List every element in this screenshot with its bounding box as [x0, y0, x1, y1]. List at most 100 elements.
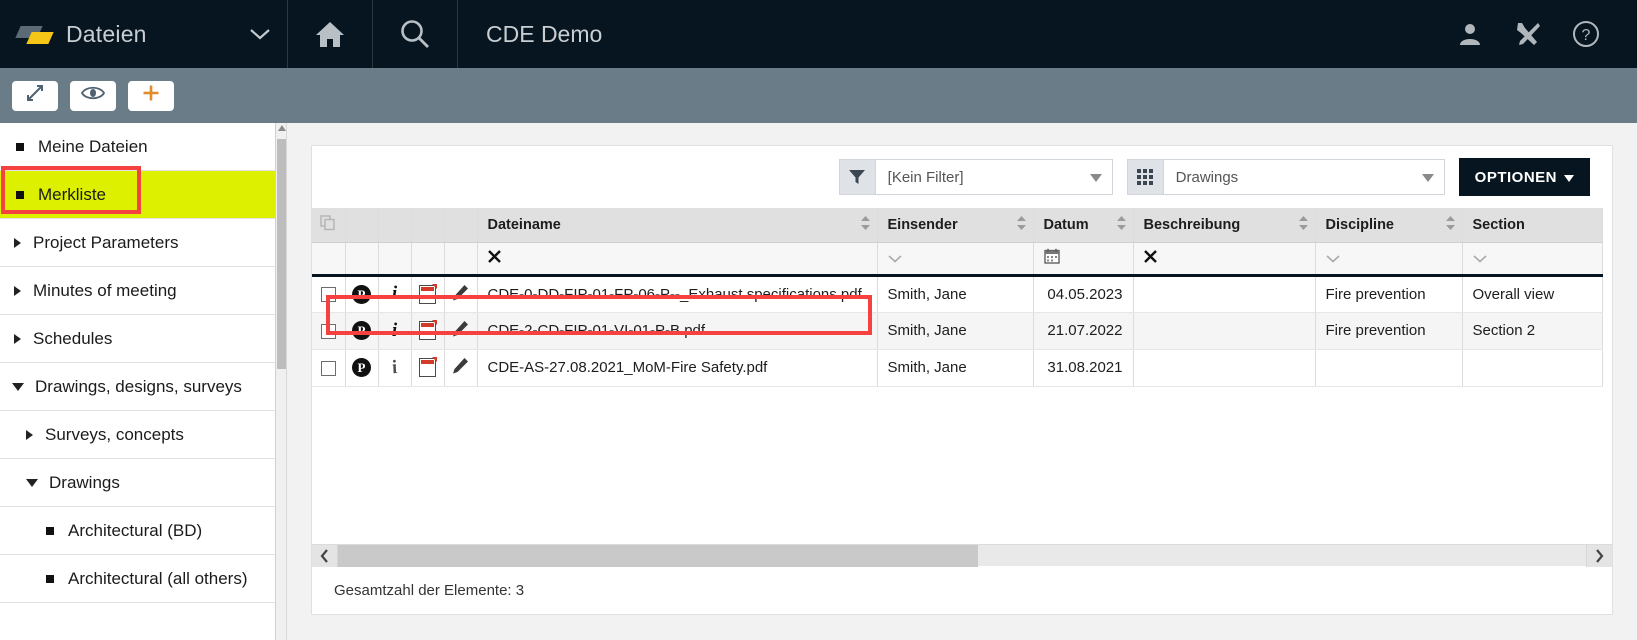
row-filename[interactable]: CDE-AS-27.08.2021_MoM-Fire Safety.pdf: [477, 349, 878, 387]
row-filetype-cell[interactable]: [411, 312, 445, 350]
sidebar-scrollbar[interactable]: [275, 123, 286, 640]
sidebar-item-project-parameters[interactable]: Project Parameters: [0, 219, 286, 267]
clear-x-icon[interactable]: [487, 249, 501, 267]
sidebar-item-schedules[interactable]: Schedules: [0, 315, 286, 363]
search-icon[interactable]: [373, 0, 457, 68]
row-filename[interactable]: CDE-2-CD-FIP-01-VI-01-P-B.pdf: [477, 312, 878, 350]
row-info-cell[interactable]: i: [378, 275, 412, 313]
sidebar-item-surveys-concepts[interactable]: Surveys, concepts: [0, 411, 286, 459]
date-filter[interactable]: [1033, 242, 1134, 277]
pencil-icon[interactable]: [452, 284, 469, 305]
table-row[interactable]: Pi CDE-0-DD-FIP-01-FP-06-P--_Exhaust spec…: [312, 275, 1603, 313]
select-all-column[interactable]: [312, 208, 346, 243]
caret-right-icon: [14, 333, 21, 344]
help-circle-icon[interactable]: ?: [1571, 19, 1601, 49]
row-sender: Smith, Jane: [877, 275, 1034, 313]
description-filter[interactable]: [1133, 242, 1316, 277]
home-icon[interactable]: [288, 0, 372, 68]
section-filter[interactable]: [1462, 242, 1603, 277]
row-date: 31.08.2021: [1033, 349, 1134, 387]
row-permission-cell[interactable]: P: [345, 312, 379, 350]
row-edit-cell[interactable]: [444, 312, 478, 350]
description-column[interactable]: Beschreibung: [1133, 208, 1316, 243]
chevron-down-icon[interactable]: [249, 23, 271, 45]
caret-down-icon: [1089, 169, 1102, 186]
calendar-icon[interactable]: [1043, 248, 1060, 268]
row-discipline: [1315, 349, 1463, 387]
row-permission-cell[interactable]: P: [345, 349, 379, 387]
row-info-cell[interactable]: i: [378, 349, 412, 387]
chevron-down-icon[interactable]: [1472, 250, 1487, 267]
page-body: Meine Dateien Merkliste Project Parameters…: [0, 123, 1637, 640]
options-button[interactable]: OPTIONEN: [1458, 158, 1590, 196]
column-label: Beschreibung: [1143, 216, 1241, 233]
grid-icon: [1126, 159, 1163, 195]
sender-column[interactable]: Einsender: [877, 208, 1034, 243]
table-body: Pi CDE-0-DD-FIP-01-FP-06-P--_Exhaust spec…: [312, 275, 1603, 387]
row-edit-cell[interactable]: [444, 275, 478, 313]
sidebar-item-drawings-designs-surveys[interactable]: Drawings, designs, surveys: [0, 363, 286, 411]
bullet-icon: [46, 574, 54, 583]
filter-cell: [378, 242, 412, 277]
view-select[interactable]: Drawings: [1162, 159, 1445, 195]
checkbox-unchecked-icon[interactable]: [320, 287, 336, 303]
row-filetype-cell[interactable]: [411, 275, 445, 313]
chevron-down-icon[interactable]: [887, 250, 902, 267]
section-column[interactable]: Section: [1462, 208, 1603, 243]
user-icon[interactable]: [1455, 19, 1485, 49]
scrollbar-track[interactable]: [338, 544, 1612, 567]
row-checkbox-cell[interactable]: [312, 312, 346, 350]
filter-cell: [444, 242, 478, 277]
filter-control[interactable]: [Kein Filter]: [838, 159, 1113, 195]
add-button[interactable]: [128, 80, 174, 111]
row-filetype-cell[interactable]: [411, 349, 445, 387]
files-panel: [Kein Filter] Drawings OPTIONEN Dateinam…: [311, 145, 1613, 615]
discipline-filter[interactable]: [1315, 242, 1463, 277]
row-info-cell[interactable]: i: [378, 312, 412, 350]
sidebar-item-label: Architectural (all others): [68, 568, 248, 588]
sidebar-item-architectural-all-others[interactable]: Architectural (all others): [0, 555, 286, 603]
sidebar-item-architectural-bd[interactable]: Architectural (BD): [0, 507, 286, 555]
filename-column[interactable]: Dateiname: [477, 208, 878, 243]
info-column: [378, 208, 412, 243]
p-circle-icon: P: [352, 358, 371, 377]
view-control[interactable]: Drawings: [1126, 159, 1445, 195]
chevron-down-icon[interactable]: [1325, 250, 1340, 267]
row-filename[interactable]: CDE-0-DD-FIP-01-FP-06-P--_Exhaust specif…: [477, 275, 878, 313]
expand-button[interactable]: [12, 80, 58, 111]
scrollbar-thumb[interactable]: [338, 544, 978, 567]
checkbox-unchecked-icon[interactable]: [320, 323, 336, 339]
date-column[interactable]: Datum: [1033, 208, 1134, 243]
app-brand[interactable]: Dateien: [0, 0, 287, 68]
row-section: Overall view: [1462, 275, 1603, 313]
table-row[interactable]: Pi CDE-2-CD-FIP-01-VI-01-P-B.pdf Smith, Ja…: [312, 312, 1603, 350]
sender-filter[interactable]: [877, 242, 1034, 277]
row-checkbox-cell[interactable]: [312, 275, 346, 313]
horizontal-scrollbar[interactable]: [312, 544, 1612, 567]
filter-cell: [411, 242, 445, 277]
main-content: [Kein Filter] Drawings OPTIONEN Dateinam…: [287, 123, 1637, 640]
bullet-icon: [16, 190, 24, 199]
pencil-icon[interactable]: [452, 321, 469, 341]
chevron-left-icon[interactable]: [312, 544, 338, 567]
row-checkbox-cell[interactable]: [312, 349, 346, 387]
scrollbar-thumb[interactable]: [277, 139, 286, 369]
filter-select[interactable]: [Kein Filter]: [874, 159, 1113, 195]
caret-up-icon[interactable]: [278, 125, 286, 131]
sidebar-item-minutes-of-meeting[interactable]: Minutes of meeting: [0, 267, 286, 315]
preview-button[interactable]: [70, 80, 116, 111]
chevron-right-icon[interactable]: [1586, 545, 1612, 567]
sidebar-item-drawings[interactable]: Drawings: [0, 459, 286, 507]
table-row[interactable]: Pi CDE-AS-27.08.2021_MoM-Fire Safety.pdf S…: [312, 349, 1603, 387]
sidebar-item-meine-dateien[interactable]: Meine Dateien: [0, 123, 286, 171]
clear-x-icon[interactable]: [1143, 249, 1157, 267]
filename-filter[interactable]: [477, 242, 878, 277]
row-permission-cell[interactable]: P: [345, 275, 379, 313]
checkbox-unchecked-icon[interactable]: [320, 360, 336, 376]
tools-icon[interactable]: [1513, 19, 1543, 49]
row-section: Section 2: [1462, 312, 1603, 350]
discipline-column[interactable]: Discipline: [1315, 208, 1463, 243]
row-edit-cell[interactable]: [444, 349, 478, 387]
pencil-icon[interactable]: [452, 358, 469, 378]
sidebar-item-merkliste[interactable]: Merkliste: [0, 171, 286, 219]
